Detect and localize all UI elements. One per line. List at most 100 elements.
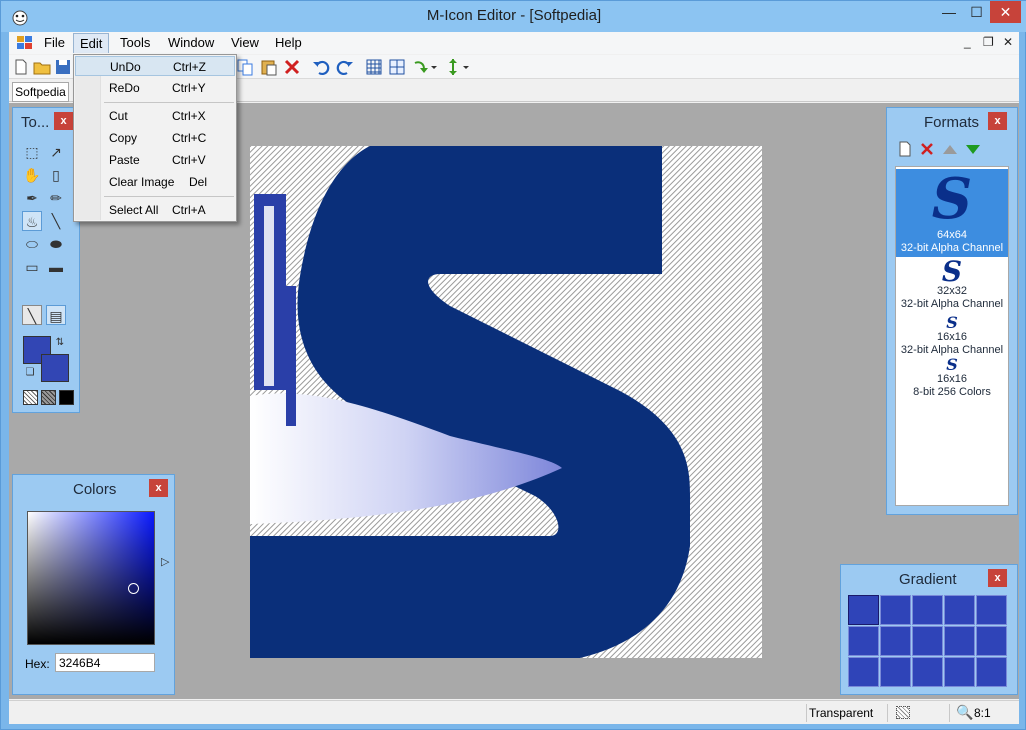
menu-item-paste[interactable]: Paste Ctrl+V: [75, 150, 235, 170]
grid-icon[interactable]: [364, 57, 384, 77]
ellipse-icon[interactable]: ⬭: [22, 234, 42, 254]
gradient-swatch[interactable]: [848, 595, 879, 625]
open-icon[interactable]: [32, 57, 52, 77]
gradient-swatch[interactable]: [848, 626, 879, 656]
hex-input[interactable]: 3246B4: [55, 653, 155, 672]
gradient-swatch[interactable]: [880, 657, 911, 687]
move-down-icon[interactable]: [965, 144, 981, 156]
gradient-swatch[interactable]: [944, 595, 975, 625]
gradient-swatch[interactable]: [976, 595, 1007, 625]
gradient-panel-close-button[interactable]: x: [988, 569, 1007, 587]
format-depth: 32-bit Alpha Channel: [900, 242, 1004, 254]
new-icon[interactable]: [11, 57, 31, 77]
format-depth: 8-bit 256 Colors: [913, 386, 991, 398]
flip-dropdown-icon[interactable]: [461, 57, 471, 77]
document-icon[interactable]: [17, 36, 33, 50]
pencil-icon[interactable]: ✏: [46, 188, 66, 208]
menu-item-copy[interactable]: Copy Ctrl+C: [75, 128, 235, 148]
tools-panel: To... x ⬚ ↗ ✋ ▯ ✒ ✏ ♨ ╲ ⬭ ⬬ ▭ ▬ ╲ ▤ ⇅ ❏: [12, 107, 80, 413]
gradient-swatch[interactable]: [976, 657, 1007, 687]
gradient-swatch[interactable]: [944, 626, 975, 656]
delete-icon[interactable]: [282, 57, 302, 77]
format-item[interactable]: S 32x32 32-bit Alpha Channel: [896, 255, 1008, 311]
tools-panel-close-button[interactable]: x: [54, 112, 73, 130]
menu-item-clear-image[interactable]: Clear Image Del: [75, 172, 235, 192]
select-pointer-icon[interactable]: ↗: [46, 142, 66, 162]
gradient-swatch[interactable]: [944, 657, 975, 687]
undo-icon[interactable]: [311, 57, 331, 77]
solid-brush-icon[interactable]: ╲: [22, 305, 42, 325]
tile-grid-icon[interactable]: [387, 57, 407, 77]
gradient-swatch[interactable]: [912, 626, 943, 656]
default-colors-icon[interactable]: ❏: [23, 366, 37, 380]
fill-bucket-icon[interactable]: ♨: [22, 211, 42, 231]
menu-item-select-all[interactable]: Select All Ctrl+A: [75, 200, 235, 220]
pattern-solid-black[interactable]: [59, 390, 74, 405]
gradient-swatch[interactable]: [880, 595, 911, 625]
menu-item-undo[interactable]: UnDo Ctrl+Z: [75, 56, 235, 76]
paste-icon[interactable]: [259, 57, 279, 77]
menu-view[interactable]: View: [231, 35, 259, 50]
tab-softpedia[interactable]: Softpedia: [12, 82, 69, 102]
mdi-minimize-button[interactable]: _: [964, 35, 971, 49]
mdi-restore-button[interactable]: ❐: [983, 35, 994, 49]
delete-format-icon[interactable]: [919, 141, 935, 157]
select-rect-icon[interactable]: ⬚: [22, 142, 42, 162]
minimize-button[interactable]: —: [935, 1, 963, 23]
close-button[interactable]: ✕: [990, 1, 1021, 23]
menu-tools[interactable]: Tools: [120, 35, 150, 50]
menu-edit[interactable]: Edit: [73, 33, 110, 53]
status-separator: [806, 704, 807, 722]
filled-rectangle-icon[interactable]: ▬: [46, 257, 66, 277]
menu-item-label: ReDo: [109, 81, 140, 95]
copy-icon[interactable]: [235, 57, 255, 77]
format-size: 64x64: [937, 229, 967, 241]
eraser-icon[interactable]: ▯: [46, 165, 66, 185]
secondary-color-swatch[interactable]: [41, 354, 69, 382]
format-item[interactable]: S 16x16 8-bit 256 Colors: [896, 357, 1008, 399]
gradient-swatch[interactable]: [848, 657, 879, 687]
format-thumbnail-icon: S: [941, 255, 963, 288]
menu-separator: [104, 102, 234, 103]
icon-canvas[interactable]: [250, 146, 762, 658]
menu-window[interactable]: Window: [168, 35, 214, 50]
menu-file[interactable]: File: [44, 35, 65, 50]
colors-panel-close-button[interactable]: x: [149, 479, 168, 497]
menu-item-redo[interactable]: ReDo Ctrl+Y: [75, 78, 235, 98]
save-icon[interactable]: [53, 57, 73, 77]
maximize-button[interactable]: ☐: [963, 1, 990, 23]
rotate-dropdown-icon[interactable]: [429, 57, 439, 77]
gradient-swatch[interactable]: [976, 626, 1007, 656]
eyedropper-icon[interactable]: ✒: [22, 188, 42, 208]
gradient-brush-icon[interactable]: ▤: [46, 305, 66, 325]
mdi-close-button[interactable]: ✕: [1003, 35, 1013, 49]
redo-icon[interactable]: [335, 57, 355, 77]
format-item[interactable]: S 64x64 32-bit Alpha Channel: [896, 169, 1008, 257]
filled-ellipse-icon[interactable]: ⬬: [46, 234, 66, 254]
zoom-icon[interactable]: 🔍: [956, 704, 973, 721]
swap-colors-icon[interactable]: ⇅: [53, 336, 67, 350]
title-bar[interactable]: M-Icon Editor - [Softpedia] — ☐ ✕: [1, 1, 1026, 32]
gradient-swatch[interactable]: [912, 595, 943, 625]
menu-help[interactable]: Help: [275, 35, 302, 50]
pattern-hatch-light[interactable]: [23, 390, 38, 405]
pattern-hatch-dark[interactable]: [41, 390, 56, 405]
color-picker-cursor[interactable]: [128, 583, 139, 594]
status-separator: [949, 704, 950, 722]
gradient-swatch[interactable]: [880, 626, 911, 656]
format-item[interactable]: S 16x16 32-bit Alpha Channel: [896, 315, 1008, 357]
hue-slider-arrow-icon[interactable]: ▷: [161, 555, 169, 568]
new-format-icon[interactable]: [897, 141, 913, 157]
gradient-swatch[interactable]: [912, 657, 943, 687]
menu-item-cut[interactable]: Cut Ctrl+X: [75, 106, 235, 126]
flip-icon[interactable]: [443, 57, 463, 77]
rectangle-icon[interactable]: ▭: [22, 257, 42, 277]
transparency-pattern-icon[interactable]: [896, 706, 910, 719]
move-up-icon[interactable]: [942, 143, 958, 155]
saturation-value-picker[interactable]: [27, 511, 155, 645]
formats-panel-title: Formats: [924, 114, 980, 131]
hand-icon[interactable]: ✋: [22, 165, 42, 185]
formats-panel-close-button[interactable]: x: [988, 112, 1007, 130]
line-icon[interactable]: ╲: [46, 211, 66, 231]
rotate-icon[interactable]: [411, 57, 431, 77]
